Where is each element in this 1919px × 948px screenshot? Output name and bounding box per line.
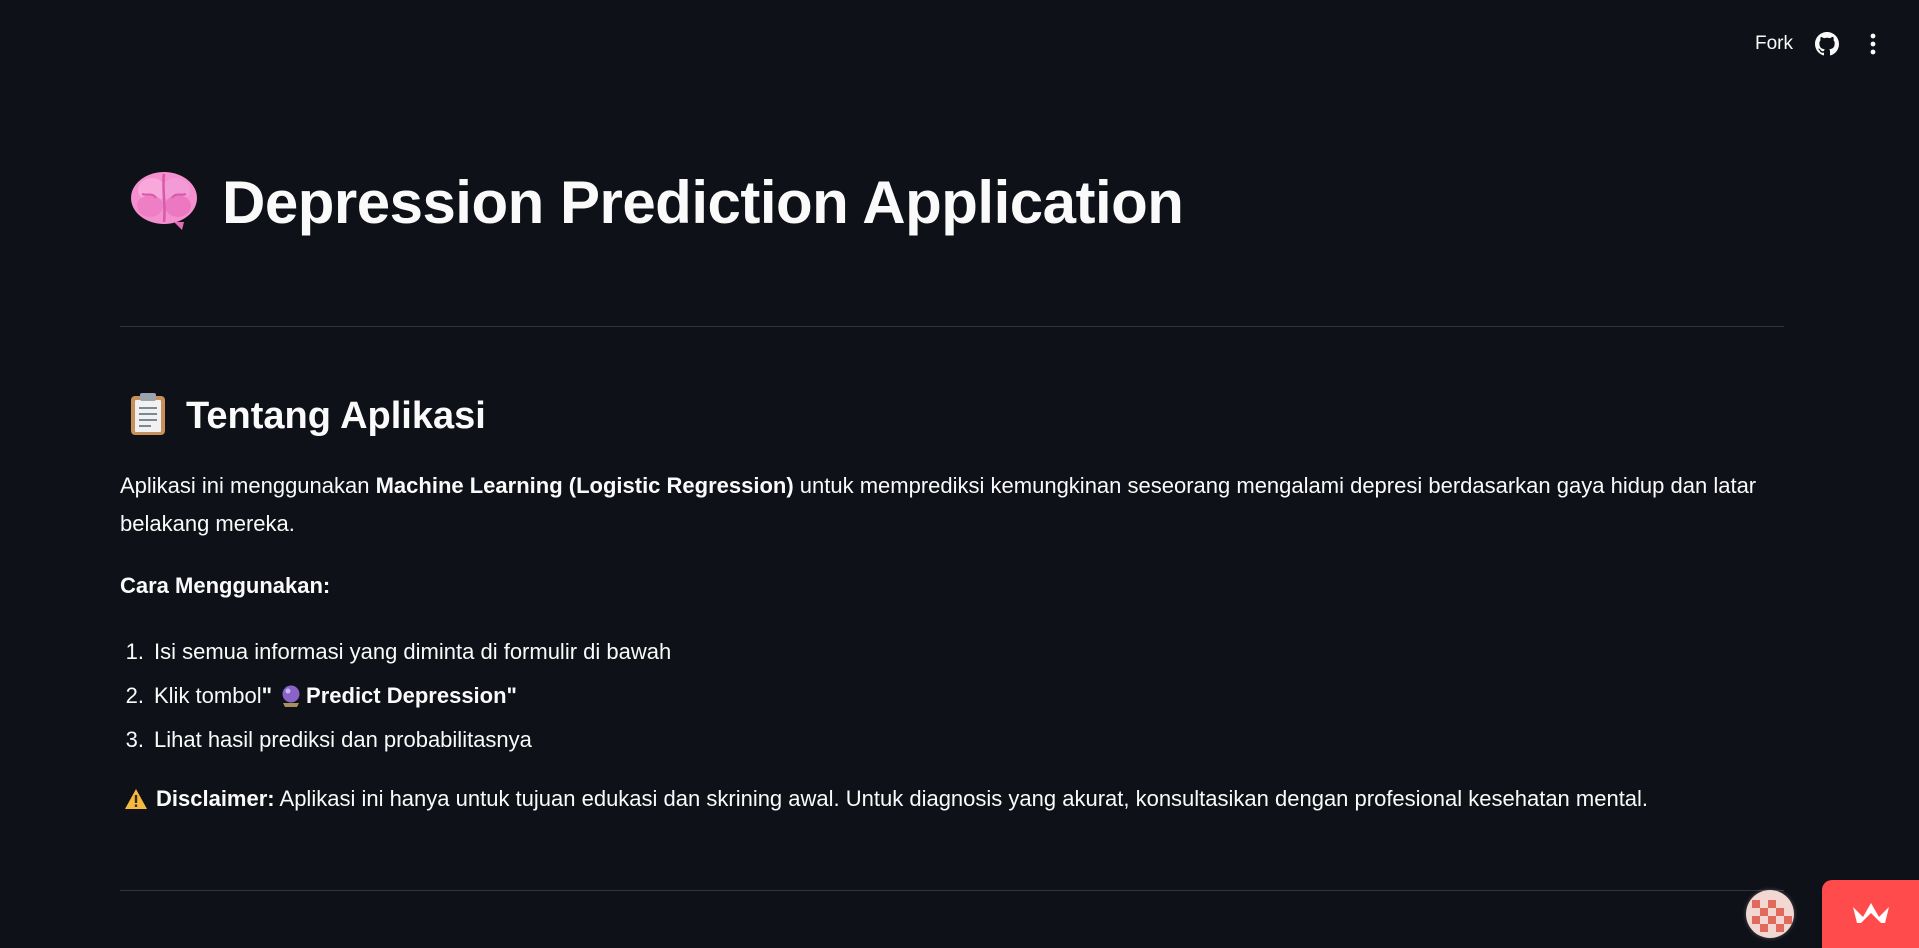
- step-text: Lihat hasil prediksi dan probabilitasnya: [154, 727, 532, 752]
- disclaimer-text: Aplikasi ini hanya untuk tujuan edukasi …: [274, 786, 1649, 811]
- list-item: 3. Lihat hasil prediksi dan probabilitas…: [120, 718, 671, 762]
- github-icon[interactable]: [1815, 32, 1839, 56]
- list-item: 1. Isi semua informasi yang diminta di f…: [120, 630, 672, 674]
- section-heading: Tentang Aplikasi: [128, 392, 486, 441]
- section-title: Tentang Aplikasi: [186, 395, 486, 437]
- disclaimer: Disclaimer: Aplikasi ini hanya untuk tuj…: [120, 780, 1784, 818]
- step-bold-text: Predict Depression": [306, 683, 517, 708]
- step-prefix: Klik tombol: [154, 683, 262, 708]
- streamlit-badge[interactable]: [1822, 880, 1919, 948]
- user-avatar[interactable]: [1746, 890, 1794, 938]
- brain-icon: [128, 168, 200, 237]
- page-title: Depression Prediction Application: [128, 168, 1184, 237]
- step-number: 2.: [125, 683, 144, 708]
- divider: [120, 890, 1784, 891]
- divider: [120, 326, 1784, 327]
- clipboard-icon: [128, 392, 168, 441]
- intro-prefix: Aplikasi ini menggunakan: [120, 473, 376, 498]
- how-to-heading: Cara Menggunakan:: [120, 573, 331, 598]
- top-toolbar: Fork: [1755, 24, 1885, 64]
- app-root: Fork Depression Prediction Application T…: [0, 0, 1919, 948]
- page-title-text: Depression Prediction Application: [222, 169, 1184, 236]
- intro-bold: Machine Learning (Logistic Regression): [375, 473, 794, 498]
- crown-icon: [1851, 899, 1891, 930]
- list-item: 2. Klik tombol " Predict Depression": [120, 674, 671, 718]
- crystal-ball-icon: [280, 684, 302, 708]
- step-quote-open: ": [261, 683, 273, 708]
- step-number: 1.: [125, 639, 144, 664]
- steps-list: 1. Isi semua informasi yang diminta di f…: [120, 630, 672, 762]
- fork-button[interactable]: Fork: [1755, 33, 1793, 55]
- warning-icon: [124, 788, 148, 810]
- step-text: Isi semua informasi yang diminta di form…: [154, 639, 672, 664]
- disclaimer-label: Disclaimer:: [156, 786, 275, 811]
- step-number: 3.: [125, 727, 144, 752]
- intro-paragraph: Aplikasi ini menggunakan Machine Learnin…: [120, 467, 1784, 543]
- vertical-dots-icon[interactable]: [1861, 33, 1885, 55]
